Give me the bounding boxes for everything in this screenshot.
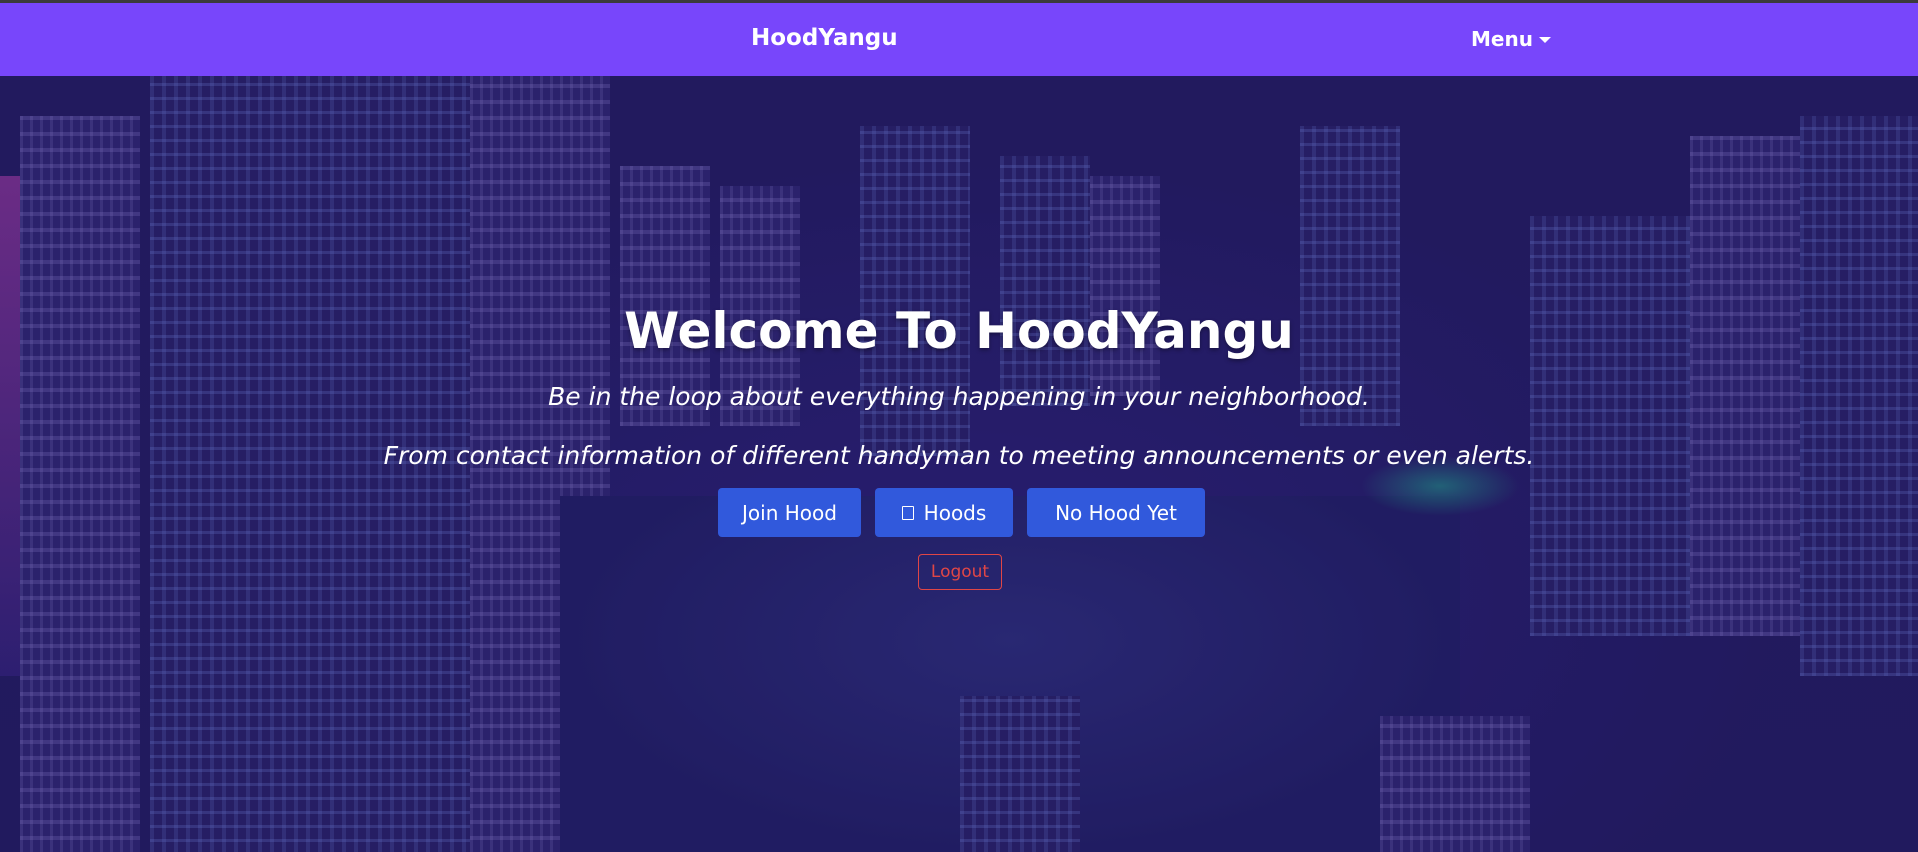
hero-section: Welcome To HoodYangu Be in the loop abou… (0, 76, 1918, 852)
join-hood-button[interactable]: Join Hood (718, 488, 861, 537)
hero-button-group: Join Hood Hoods No Hood Yet (718, 488, 1205, 537)
menu-label: Menu (1471, 27, 1533, 51)
navbar: HoodYangu Menu (0, 3, 1918, 76)
menu-dropdown-toggle[interactable]: Menu (1471, 27, 1551, 51)
hero-subtagline: From contact information of different ha… (383, 441, 1535, 470)
caret-down-icon (1538, 37, 1551, 43)
hoods-button[interactable]: Hoods (875, 488, 1013, 537)
no-hood-yet-label: No Hood Yet (1055, 500, 1177, 525)
brand-link[interactable]: HoodYangu (751, 25, 898, 51)
hoods-label: Hoods (923, 500, 987, 525)
grid-icon (901, 505, 914, 520)
logout-button[interactable]: Logout (918, 554, 1002, 590)
hero-content: Welcome To HoodYangu Be in the loop abou… (0, 76, 1918, 852)
hero-tagline: Be in the loop about everything happenin… (548, 382, 1370, 411)
no-hood-yet-button[interactable]: No Hood Yet (1027, 488, 1205, 537)
hero-title: Welcome To HoodYangu (624, 302, 1294, 360)
join-hood-label: Join Hood (742, 500, 837, 525)
